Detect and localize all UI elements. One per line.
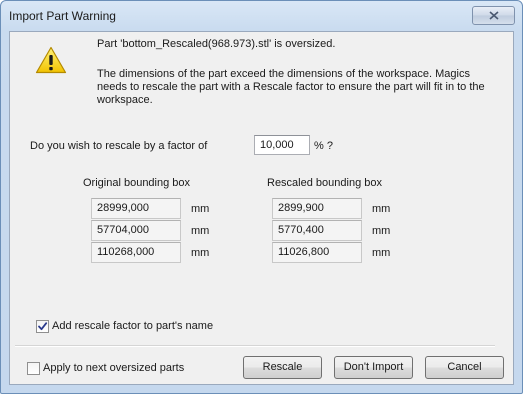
rescaled-y-unit: mm [372,225,391,237]
rescaled-y-field: 5770,400 [272,220,362,241]
rescale-question: Do you wish to rescale by a factor of [30,140,208,152]
rescale-factor-unit: % ? [314,140,333,152]
title-bar[interactable]: Import Part Warning [1,1,522,31]
original-x-field: 28999,000 [91,198,181,219]
original-z-field: 110268,000 [91,242,181,263]
oversized-message: Part 'bottom_Rescaled(968.973).stl' is o… [97,38,336,50]
separator [15,345,495,347]
rescale-button[interactable]: Rescale [243,356,322,379]
apply-next-label[interactable]: Apply to next oversized parts [43,362,184,374]
checkmark-icon [38,322,48,331]
dialog-window: Import Part Warning [0,0,523,394]
rescaled-z-unit: mm [372,247,391,259]
close-button[interactable] [472,6,515,25]
original-y-unit: mm [191,225,210,237]
explanation-message: The dimensions of the part exceed the di… [97,68,485,106]
warning-icon [35,46,67,74]
dont-import-button[interactable]: Don't Import [334,356,413,379]
original-z-unit: mm [191,247,210,259]
add-factor-checkbox[interactable] [36,320,49,333]
original-x-unit: mm [191,203,210,215]
close-icon [488,11,499,20]
rescaled-x-unit: mm [372,203,391,215]
rescale-factor-input[interactable]: 10,000 [254,135,310,155]
rescaled-x-field: 2899,900 [272,198,362,219]
original-bounding-box-header: Original bounding box [83,177,191,189]
window-title: Import Part Warning [9,9,116,23]
rescaled-bounding-box-header: Rescaled bounding box [267,177,382,189]
rescaled-z-field: 11026,800 [272,242,362,263]
add-factor-label[interactable]: Add rescale factor to part's name [52,320,213,332]
original-y-field: 57704,000 [91,220,181,241]
apply-next-checkbox[interactable] [27,362,40,375]
cancel-button[interactable]: Cancel [425,356,504,379]
